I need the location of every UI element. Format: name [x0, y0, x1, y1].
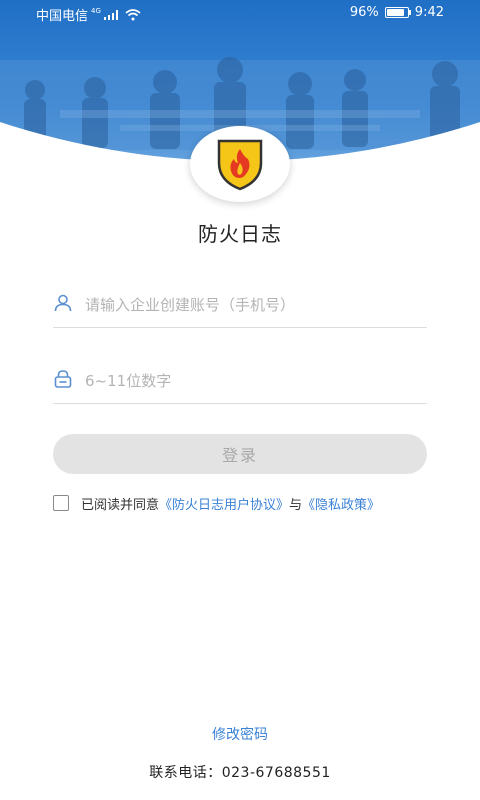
- account-field[interactable]: [53, 283, 427, 328]
- user-icon: [54, 294, 72, 312]
- carrier-label: 中国电信: [36, 9, 89, 24]
- app-title: 防火日志: [198, 222, 282, 246]
- account-input[interactable]: [83, 289, 417, 321]
- lock-icon: [54, 370, 72, 388]
- agreement-row: 已阅读并同意 《防火日志用户协议》 与 《隐私政策》: [53, 494, 380, 513]
- status-bar: 中国电信 4G 96% 9:42: [0, 0, 480, 26]
- password-field[interactable]: [53, 359, 427, 404]
- battery-level-fill: [386, 9, 405, 16]
- login-button[interactable]: 登录: [53, 434, 427, 474]
- battery-percent-label: 96%: [349, 5, 379, 20]
- status-bar-right: 96% 9:42: [350, 5, 444, 20]
- agreement-conjunction: 与: [289, 497, 303, 513]
- password-input[interactable]: [83, 365, 417, 397]
- fire-shield-icon: [217, 139, 263, 191]
- network-type-label: 4G: [91, 6, 101, 15]
- status-bar-left: 中国电信 4G: [36, 5, 141, 24]
- wifi-icon: [125, 8, 141, 20]
- user-agreement-link[interactable]: 《防火日志用户协议》: [159, 494, 289, 513]
- signal-icon: [103, 9, 118, 20]
- agreement-prefix: 已阅读并同意: [81, 497, 160, 513]
- app-logo: [190, 126, 290, 202]
- battery-icon: [384, 7, 411, 18]
- agreement-checkbox[interactable]: [53, 495, 69, 511]
- clock-label: 9:42: [414, 5, 444, 20]
- contact-phone: 联系电话：023-67688551: [149, 765, 331, 781]
- privacy-policy-link[interactable]: 《隐私政策》: [302, 494, 380, 513]
- change-password-link[interactable]: 修改密码: [0, 724, 480, 744]
